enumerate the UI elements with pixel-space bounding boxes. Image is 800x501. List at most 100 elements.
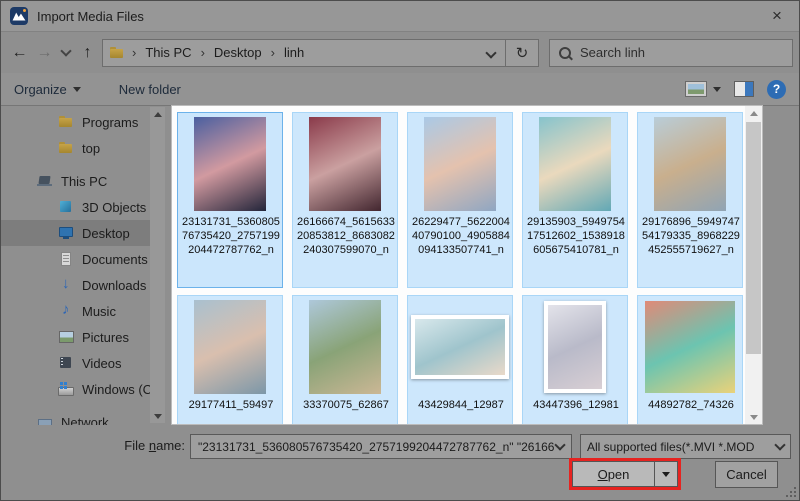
open-dropdown-button[interactable]	[655, 461, 678, 487]
file-type-select[interactable]: All supported files(*.MVI *.MOD	[580, 434, 791, 459]
thumbnail-slot	[526, 116, 624, 212]
view-mode-button[interactable]	[685, 81, 721, 97]
new-folder-button[interactable]: New folder	[119, 82, 181, 97]
help-icon: ?	[772, 82, 781, 96]
chevron-down-icon	[60, 45, 72, 57]
cube-icon	[58, 200, 74, 214]
sidebar-item-network[interactable]: Network	[1, 409, 151, 425]
organize-button[interactable]: Organize	[14, 82, 81, 97]
dropdown-caret-icon	[713, 86, 721, 92]
scroll-up-icon[interactable]	[745, 106, 762, 120]
file-type-value: All supported files(*.MVI *.MOD	[587, 439, 755, 454]
sidebar-item-desktop[interactable]: Desktop	[1, 220, 151, 246]
file-name-input[interactable]: "23131731_536080576735420_27571992044727…	[190, 434, 572, 459]
sidebar-item-windows-c[interactable]: Windows (C:)	[1, 376, 151, 402]
scroll-up-icon[interactable]	[150, 107, 165, 121]
refresh-icon: ↻	[515, 44, 529, 62]
breadcrumb-segment-this-pc[interactable]: This PC	[143, 45, 193, 60]
folder-icon	[58, 115, 74, 129]
sidebar-item-3d-objects[interactable]: 3D Objects	[1, 194, 151, 220]
sidebar-item-label: Pictures	[82, 329, 129, 345]
sidebar-item-label: Documents	[82, 251, 148, 267]
file-item[interactable]: 33370075_62867	[292, 295, 398, 424]
sidebar-item-label: Downloads	[82, 277, 147, 293]
open-button-highlight: Open	[569, 458, 681, 490]
help-button[interactable]: ?	[767, 79, 786, 99]
address-dropdown-button[interactable]	[485, 45, 499, 60]
cancel-button[interactable]: Cancel	[715, 461, 778, 488]
close-button[interactable]: ×	[755, 1, 799, 31]
file-item[interactable]: 29135903_594975417512602_153891860567541…	[522, 112, 628, 288]
breadcrumb-segments: › This PC › Desktop › linh	[131, 45, 306, 60]
toolbar: Organize New folder ?	[1, 73, 799, 106]
breadcrumb-segment-linh[interactable]: linh	[282, 45, 306, 60]
photo-thumbnail	[654, 117, 726, 211]
file-name: 26166674_561563320853812_868308224030759…	[297, 216, 395, 256]
dropdown-caret-icon	[72, 86, 81, 92]
breadcrumb-separator-icon: ›	[132, 45, 137, 60]
file-name: 29176896_594974754179335_896822945255571…	[642, 216, 740, 256]
scroll-down-icon[interactable]	[745, 410, 762, 424]
sidebar-item-top[interactable]: top	[1, 135, 151, 161]
recent-locations-button[interactable]	[57, 40, 75, 66]
sidebar-item-downloads[interactable]: Downloads	[1, 272, 151, 298]
chevron-down-icon	[774, 439, 786, 451]
chevron-down-icon	[485, 47, 497, 59]
file-name: 26229477_562200440790100_490588409413350…	[412, 216, 510, 256]
file-item[interactable]: 29177411_59497	[177, 295, 283, 424]
sidebar-item-label: Windows (C:)	[82, 381, 151, 397]
thumbnail-slot	[181, 116, 279, 212]
forward-icon: →	[36, 43, 53, 61]
folder-icon	[58, 141, 74, 155]
open-button[interactable]: Open	[572, 461, 655, 487]
file-list-scrollbar[interactable]	[745, 106, 762, 424]
import-media-files-dialog: Import Media Files × ← → ↑ › This PC › Desk…	[0, 0, 800, 501]
forward-button[interactable]: →	[32, 40, 57, 66]
chevron-down-icon	[554, 439, 566, 451]
scrollbar-thumb[interactable]	[746, 122, 761, 354]
sidebar-item-label: 3D Objects	[82, 199, 147, 215]
breadcrumb-segment-desktop[interactable]: Desktop	[212, 45, 264, 60]
thumbnail-slot	[411, 299, 509, 395]
sidebar-item-label: Desktop	[82, 225, 130, 241]
thumbnail-slot	[296, 116, 394, 212]
movavi-app-icon	[10, 7, 28, 25]
sidebar-item-documents[interactable]: Documents	[1, 246, 151, 272]
thumbnail-slot	[641, 116, 739, 212]
file-item[interactable]: 43447396_12981	[522, 295, 628, 424]
sidebar-scrollbar[interactable]	[150, 107, 165, 423]
sidebar-item-programs[interactable]: Programs	[1, 109, 151, 135]
back-button[interactable]: ←	[7, 40, 32, 66]
sidebar-item-label: Videos	[82, 355, 122, 371]
file-item[interactable]: 43429844_12987	[407, 295, 513, 424]
file-item[interactable]: 26229477_562200440790100_490588409413350…	[407, 112, 513, 288]
sidebar-item-this-pc[interactable]: This PC	[1, 168, 151, 194]
preview-pane-button[interactable]	[734, 81, 754, 97]
sidebar-item-label: Programs	[82, 114, 139, 130]
file-item[interactable]: 29176896_594974754179335_896822945255571…	[637, 112, 743, 288]
sidebar-item-music[interactable]: Music	[1, 298, 151, 324]
search-box[interactable]: Search linh	[549, 38, 793, 67]
scroll-down-icon[interactable]	[150, 409, 165, 423]
up-button[interactable]: ↑	[75, 40, 100, 66]
main-region: Programs top This PC 3D Objects Desktop Docum…	[1, 105, 799, 425]
sidebar-item-pictures[interactable]: Pictures	[1, 324, 151, 350]
file-name: 29177411_59497	[188, 399, 274, 411]
sidebar-item-label: Music	[82, 303, 116, 319]
thumbnail-slot	[296, 299, 394, 395]
refresh-button[interactable]: ↻	[505, 38, 539, 67]
file-name-label: File name:	[124, 438, 185, 453]
folder-icon	[109, 46, 125, 60]
file-item[interactable]: 26166674_561563320853812_868308224030759…	[292, 112, 398, 288]
file-item[interactable]: 44892782_74326	[637, 295, 743, 424]
file-name: 43447396_12981	[533, 399, 619, 411]
picture-icon	[58, 330, 74, 344]
photo-thumbnail	[194, 117, 266, 211]
file-name-value: "23131731_536080576735420_27571992044727…	[198, 439, 555, 454]
file-item[interactable]: 23131731_536080576735420_275719920447278…	[177, 112, 283, 288]
thumbnails-view-icon	[685, 81, 707, 97]
resize-grip-icon[interactable]	[786, 487, 796, 497]
sidebar-item-videos[interactable]: Videos	[1, 350, 151, 376]
toolbar-right-group: ?	[685, 79, 786, 99]
address-bar[interactable]: › This PC › Desktop › linh	[102, 38, 506, 67]
